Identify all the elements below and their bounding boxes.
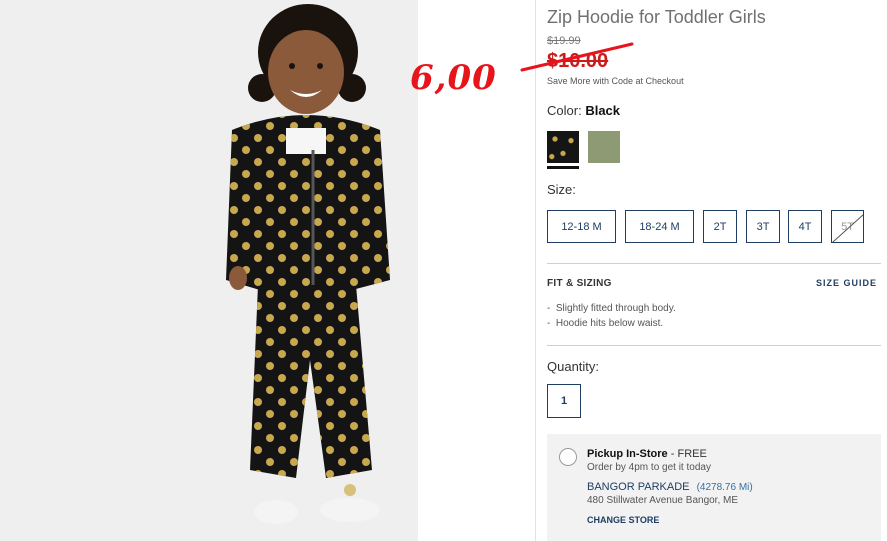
product-image[interactable] [0,0,418,541]
pickup-title-text: Pickup In-Store [587,448,668,460]
pickup-subtitle: Order by 4pm to get it today [587,462,711,473]
fit-sizing-heading: FIT & SIZING [547,278,612,289]
column-divider [535,0,536,541]
swatch-black-dots[interactable] [547,131,579,163]
store-distance: (4278.76 Mi) [696,482,753,493]
fit-bullet-text: Hoodie hits below waist. [555,318,664,329]
promo-note: Save More with Code at Checkout [547,76,684,86]
original-price: $19.99 [547,35,581,47]
selected-color: Black [585,103,621,118]
store-address: 480 Stillwater Avenue Bangor, ME [587,495,739,506]
product-photo-illustration [0,0,418,541]
sale-price: $10.00 [547,50,609,72]
size-option-12-18m[interactable]: 12-18 M [547,210,616,243]
size-option-2t[interactable]: 2T [703,210,737,243]
color-label: Color: [547,103,582,118]
size-option-18-24m[interactable]: 18-24 M [625,210,694,243]
quantity-label: Quantity: [547,359,600,374]
size-label: Size: [547,182,576,197]
selected-swatch-indicator [547,166,579,169]
size-option-3t[interactable]: 3T [746,210,780,243]
fit-bullet: - Hoodie hits below waist. [547,318,664,329]
pickup-title: Pickup In-Store - FREE [587,448,707,460]
handwritten-price-annotation: 6,00 [410,58,497,98]
store-name: BANGOR PARKADE [587,481,690,493]
size-option-5t-unavailable[interactable]: 5T [831,210,864,243]
fit-bullet: - Slightly fitted through body. [547,303,676,314]
change-store-link[interactable]: CHANGE STORE [587,515,659,525]
size-option-4t[interactable]: 4T [788,210,822,243]
section-divider [547,345,881,346]
section-divider [547,263,881,264]
pickup-radio[interactable] [559,448,577,466]
swatch-olive[interactable] [588,131,620,163]
quantity-selector[interactable]: 1 [547,384,581,418]
size-guide-link[interactable]: SIZE GUIDE [816,278,877,288]
product-title: Zip Hoodie for Toddler Girls [547,7,766,27]
pickup-fee: - FREE [670,448,707,460]
color-selector-label: Color: Black [547,103,620,118]
store-link[interactable]: BANGOR PARKADE (4278.76 Mi) [587,481,753,493]
fit-bullet-text: Slightly fitted through body. [555,303,676,314]
